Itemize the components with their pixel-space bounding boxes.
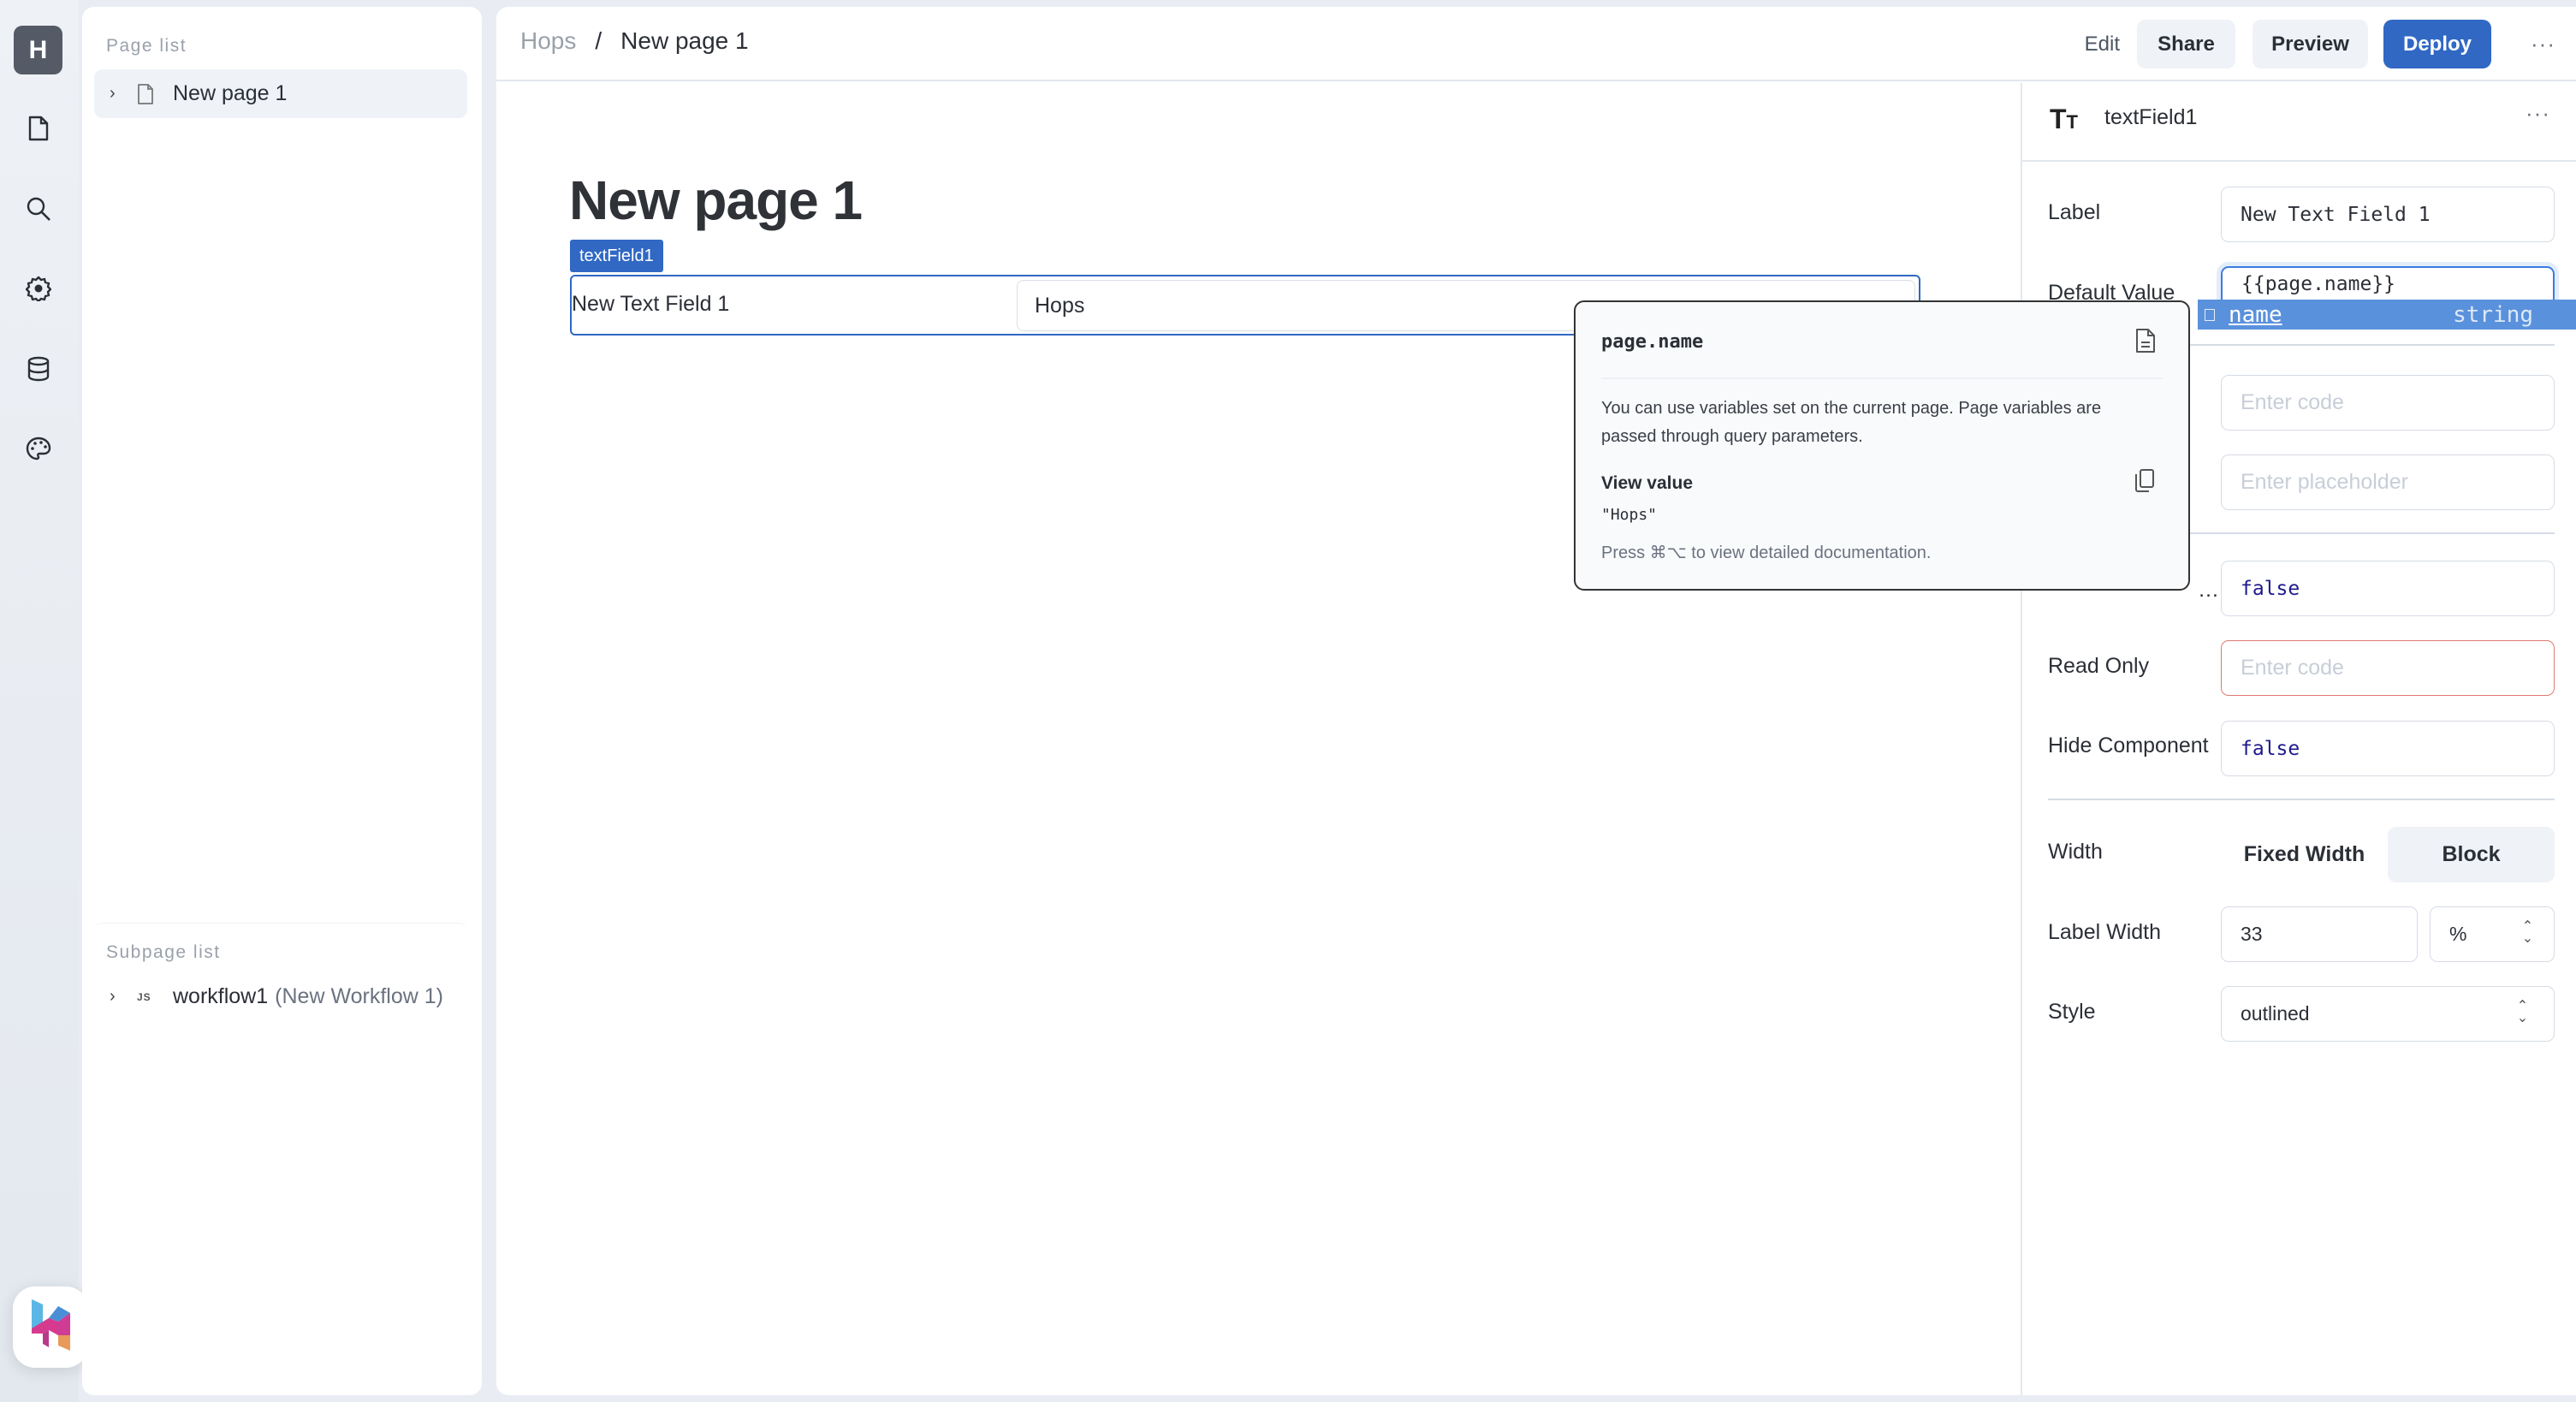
breadcrumb: Hops / New page 1 <box>520 27 749 55</box>
width-segmented-control: Fixed Width Block <box>2221 827 2555 882</box>
page-list-title: Page list <box>106 36 187 56</box>
copy-icon[interactable] <box>2134 468 2156 498</box>
hide-component-input[interactable]: false <box>2221 721 2555 776</box>
style-prop-label: Style <box>2048 1000 2096 1024</box>
property-icon <box>2205 308 2215 321</box>
autocomplete-name: name <box>2229 301 2282 328</box>
text-field-label: New Text Field 1 <box>572 292 730 316</box>
hide-component-prop-label: Hide Component <box>2048 734 2209 757</box>
subpage-list-title: Subpage list <box>106 942 221 962</box>
style-value: outlined <box>2241 1002 2310 1025</box>
page-tree-panel: Page list › New page 1 Subpage list › JS… <box>82 7 482 1395</box>
deploy-button[interactable]: Deploy <box>2383 20 2492 68</box>
breadcrumb-separator: / <box>595 27 602 54</box>
autocomplete-option[interactable]: name string <box>2198 300 2576 330</box>
read-only-prop-label: Read Only <box>2048 654 2150 678</box>
palette-icon <box>26 437 51 466</box>
tooltip-divider <box>1601 377 2163 379</box>
pages-nav-button[interactable] <box>22 114 55 146</box>
label-width-input[interactable]: 33 <box>2221 906 2418 962</box>
label-width-unit-select[interactable]: % ⌃ ⌄ <box>2430 906 2555 962</box>
selected-component-tag[interactable]: textField1 <box>570 240 663 272</box>
breadcrumb-app[interactable]: Hops <box>520 27 576 55</box>
variable-info-tooltip: page.name You can use variables set on t… <box>1574 300 2190 591</box>
icon-rail: H <box>0 0 88 1402</box>
tooltip-description: You can use variables set on the current… <box>1601 399 2102 446</box>
style-select[interactable]: outlined ⌃ ⌄ <box>2221 986 2555 1042</box>
chevron-right-icon[interactable]: › <box>110 84 125 104</box>
chevron-up-down-icon: ⌃ ⌄ <box>2521 919 2534 946</box>
autocomplete-type: string <box>2453 301 2533 328</box>
page-icon <box>27 116 50 146</box>
workspace-avatar[interactable]: H <box>14 26 62 74</box>
share-button[interactable]: Share <box>2137 20 2236 68</box>
page-label: New page 1 <box>173 81 288 105</box>
more-options-icon[interactable]: ··· <box>2531 31 2555 57</box>
placeholder-input[interactable]: Enter placeholder <box>2221 454 2555 510</box>
gear-icon <box>25 276 52 306</box>
tooltip-title: page.name <box>1601 331 1704 353</box>
editor-header: Hops / New page 1 Edit Share Preview Dep… <box>496 7 2576 81</box>
subpage-list-item[interactable]: › JS workflow1 (New Workflow 1) <box>94 972 467 1021</box>
chevron-right-icon[interactable]: › <box>110 987 125 1007</box>
read-only-input[interactable]: Enter code <box>2221 640 2555 696</box>
width-prop-label: Width <box>2048 840 2103 864</box>
page-title[interactable]: New page 1 <box>569 169 863 232</box>
breadcrumb-page[interactable]: New page 1 <box>620 27 748 55</box>
truncated-prop-label: … <box>2198 578 2219 602</box>
brand-logo-icon <box>30 1299 71 1355</box>
subpage-alias: (New Workflow 1) <box>275 984 443 1008</box>
js-badge-icon: JS <box>137 990 151 1003</box>
app-logo[interactable] <box>13 1286 88 1368</box>
label-width-prop-label: Label Width <box>2048 920 2162 944</box>
page-list-item[interactable]: › New page 1 <box>94 69 467 118</box>
disabled-input[interactable]: false <box>2221 561 2555 616</box>
label-prop-label: Label <box>2048 200 2101 224</box>
subpage-name: workflow1 <box>173 984 269 1008</box>
tooltip-hint: Press ⌘⌥ to view detailed documentation. <box>1601 544 1932 562</box>
unit-value: % <box>2449 923 2467 945</box>
theme-nav-button[interactable] <box>22 435 55 467</box>
tooltip-value: "Hops" <box>1601 506 1658 524</box>
properties-header: TT textField1 ··· <box>2022 83 2576 162</box>
database-icon <box>27 356 50 386</box>
page-canvas: New page 1 textField1 New Text Field 1 H… <box>496 83 2020 1395</box>
view-value-label: View value <box>1601 473 1694 493</box>
width-option-block[interactable]: Block <box>2388 827 2555 882</box>
page-icon <box>137 83 161 105</box>
width-option-fixed[interactable]: Fixed Width <box>2221 827 2388 882</box>
editor-main: Hops / New page 1 Edit Share Preview Dep… <box>496 7 2576 1395</box>
search-nav-button[interactable] <box>22 194 55 227</box>
edit-button[interactable]: Edit <box>2069 20 2135 68</box>
component-name[interactable]: textField1 <box>2104 105 2197 130</box>
text-type-icon: TT <box>2050 104 2078 134</box>
header-actions: Edit Share Preview Deploy ··· <box>2069 20 2576 68</box>
document-icon[interactable] <box>2135 328 2156 358</box>
component-more-icon[interactable]: ··· <box>2526 100 2550 127</box>
search-icon <box>26 196 51 226</box>
label-input[interactable]: New Text Field 1 <box>2221 187 2555 242</box>
properties-panel: TT textField1 ··· Label New Text Field 1… <box>2021 83 2576 1395</box>
preview-button[interactable]: Preview <box>2253 20 2369 68</box>
code-input[interactable]: Enter code <box>2221 375 2555 431</box>
data-nav-button[interactable] <box>22 354 55 387</box>
chevron-up-down-icon: ⌃ ⌄ <box>2516 999 2529 1025</box>
divider <box>2048 799 2555 800</box>
settings-nav-button[interactable] <box>22 274 55 306</box>
